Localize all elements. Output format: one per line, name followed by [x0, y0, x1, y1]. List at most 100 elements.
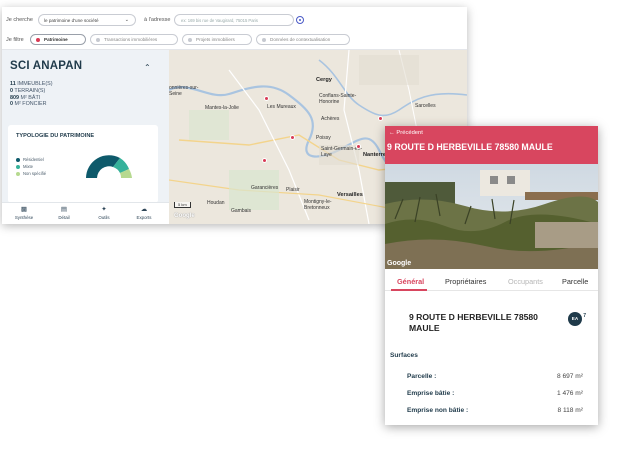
tab-detail[interactable]: ▤ Détail — [46, 206, 82, 220]
property-detail-card: ← Précédent 9 ROUTE D HERBEVILLE 78580 M… — [385, 126, 598, 425]
tab-label: Synthèse — [14, 215, 34, 220]
a-adresse-label: à l'adresse — [144, 17, 171, 23]
badge-label: EA — [571, 316, 579, 321]
row-value: 1 476 m² — [556, 390, 583, 397]
map-label-acheres: Achères — [321, 116, 340, 122]
typology-title: TYPOLOGIE DU PATRIMOINE — [16, 133, 95, 139]
chevron-up-icon[interactable]: ⌃ — [144, 63, 151, 72]
typology-legend: Résidentiel Mixte Non spécifié — [16, 156, 46, 177]
address-input[interactable]: ex: 169 bis rue de Vaugirard, 75015 Pari… — [174, 14, 294, 26]
badge-superscript: 7 — [583, 313, 586, 319]
active-tab-underline — [391, 289, 427, 291]
cloud-download-icon: ☁ — [140, 206, 148, 213]
map-label-houdan: Houdan — [207, 200, 225, 206]
search-type-select[interactable]: le patrimoine d'une société ⌄ — [38, 14, 136, 26]
panel-bottom-tabs: ▩ Synthèse ▤ Détail ✦ Outils ☁ Exports — [2, 202, 169, 224]
typology-donut-chart — [86, 155, 132, 178]
google-logo: Google — [174, 213, 195, 219]
property-address: 9 ROUTE D HERBEVILLE 78580 MAULE — [409, 312, 538, 333]
filter-label: Patrimoine — [44, 37, 68, 42]
typology-card: TYPOLOGIE DU PATRIMOINE Résidentiel Mixt… — [8, 125, 158, 203]
projets-dot-icon — [188, 37, 192, 42]
stat-terrains: 0 TERRAIN(S) — [10, 87, 46, 94]
company-panel: SCI ANAPAN ⌃ 11 IMMEUBLE(S) 0 TERRAIN(S)… — [2, 50, 169, 224]
tab-label: Outils — [98, 215, 110, 220]
google-logo: Google — [387, 260, 412, 267]
tab-label: Exports — [136, 215, 152, 220]
map-marker[interactable] — [262, 158, 267, 163]
tab-occupants: Occupants — [508, 277, 543, 286]
company-stats: 11 IMMEUBLE(S) 0 TERRAIN(S) 809 M² BÂTI … — [10, 81, 53, 108]
tab-outils[interactable]: ✦ Outils — [86, 206, 122, 220]
energy-rating-badge[interactable]: EA 7 — [568, 312, 586, 326]
bar-chart-icon: ▩ — [20, 206, 28, 213]
map-label-poissy: Poissy — [316, 135, 331, 141]
legend-mixte: Mixte — [16, 163, 46, 170]
filter-patrimoine[interactable]: Patrimoine — [30, 34, 86, 45]
surface-row-emprise-batie: Emprise bâtie : 1 476 m² — [407, 390, 583, 397]
map-label-sarcelles: Sarcelles — [415, 103, 436, 109]
surfaces-heading: Surfaces — [390, 352, 418, 359]
map-label-mantes: Mantes-la-Jolie — [205, 105, 239, 111]
document-icon: ▤ — [60, 206, 68, 213]
detail-header: ← Précédent 9 ROUTE D HERBEVILLE 78580 M… — [385, 126, 598, 164]
map-marker[interactable] — [264, 96, 269, 101]
map-label-mureaux: Les Mureaux — [267, 104, 296, 110]
filter-label: Projets immobiliers — [196, 37, 235, 42]
row-label: Parcelle : — [407, 373, 437, 380]
wrench-icon: ✦ — [101, 206, 107, 213]
row-label: Emprise non bâtie : — [407, 407, 469, 414]
tab-label: Détail — [58, 215, 70, 220]
address-placeholder: ex: 169 bis rue de Vaugirard, 75015 Pari… — [181, 17, 258, 23]
tab-synthese[interactable]: ▩ Synthèse — [6, 206, 42, 220]
tab-parcelle[interactable]: Parcelle — [562, 277, 588, 286]
map-label-garancieres: Garancières — [251, 185, 279, 191]
tab-proprietaires[interactable]: Propriétaires — [445, 277, 486, 286]
contextualisation-dot-icon — [262, 37, 266, 42]
map-label-nanterre: Nanterre — [363, 152, 387, 158]
map-marker[interactable] — [290, 135, 295, 140]
filter-label: Transactions immobilières — [104, 37, 158, 42]
je-filtre-label: Je filtre — [6, 37, 24, 43]
map-marker[interactable] — [356, 144, 361, 149]
surface-row-emprise-non-batie: Emprise non bâtie : 8 118 m² — [407, 407, 583, 414]
map-label-bonnieres: onnières-sur-Seine — [169, 85, 199, 97]
surface-row-parcelle: Parcelle : 8 697 m² — [407, 373, 583, 380]
map-scale: 5 km — [174, 202, 191, 208]
search-type-value: le patrimoine d'une société — [44, 17, 99, 23]
stat-bati: 809 M² BÂTI — [10, 94, 41, 101]
filter-contextualisation[interactable]: Données de contextualisation — [256, 34, 350, 45]
legend-residentiel: Résidentiel — [16, 156, 46, 163]
back-label: Précédent — [396, 130, 423, 136]
row-label: Emprise bâtie : — [407, 390, 455, 397]
map-label-versailles: Versailles — [337, 192, 363, 198]
detail-title: 9 ROUTE D HERBEVILLE 78580 MAULE — [387, 142, 553, 152]
street-view-photo[interactable]: Google — [385, 164, 598, 269]
map-marker[interactable] — [378, 116, 383, 121]
map-label-montigny: Montigny-le-Bretonneux — [304, 199, 332, 211]
tab-general[interactable]: Général — [397, 277, 424, 286]
stat-immeubles: 11 IMMEUBLE(S) — [10, 81, 53, 87]
filter-projets[interactable]: Projets immobiliers — [182, 34, 252, 45]
map-label-gambais: Gambais — [231, 208, 252, 214]
locate-icon[interactable] — [296, 16, 304, 24]
filter-label: Données de contextualisation — [270, 37, 331, 42]
chevron-down-icon: ⌄ — [124, 17, 129, 23]
row-value: 8 118 m² — [557, 407, 583, 414]
map-label-plaisir: Plaisir — [286, 187, 300, 193]
row-value: 8 697 m² — [556, 373, 583, 380]
filter-transactions[interactable]: Transactions immobilières — [90, 34, 178, 45]
company-name: SCI ANAPAN — [10, 60, 83, 72]
detail-tabs: Général Propriétaires Occupants Parcelle — [385, 269, 598, 291]
street-view-image — [385, 164, 598, 269]
stat-foncier: 0 M² FONCIER — [10, 101, 47, 108]
legend-non-specifie: Non spécifié — [16, 170, 46, 177]
search-bar: Je cherche le patrimoine d'une société ⌄… — [2, 7, 467, 50]
back-button[interactable]: ← Précédent — [389, 130, 423, 136]
je-cherche-label: Je cherche — [6, 17, 33, 23]
transactions-dot-icon — [96, 37, 100, 42]
map-label-cergy: Cergy — [316, 77, 332, 83]
map-label-conflans: Conflans-Sainte-Honorine — [319, 93, 357, 105]
patrimoine-dot-icon — [36, 37, 40, 42]
tab-exports[interactable]: ☁ Exports — [126, 206, 162, 220]
